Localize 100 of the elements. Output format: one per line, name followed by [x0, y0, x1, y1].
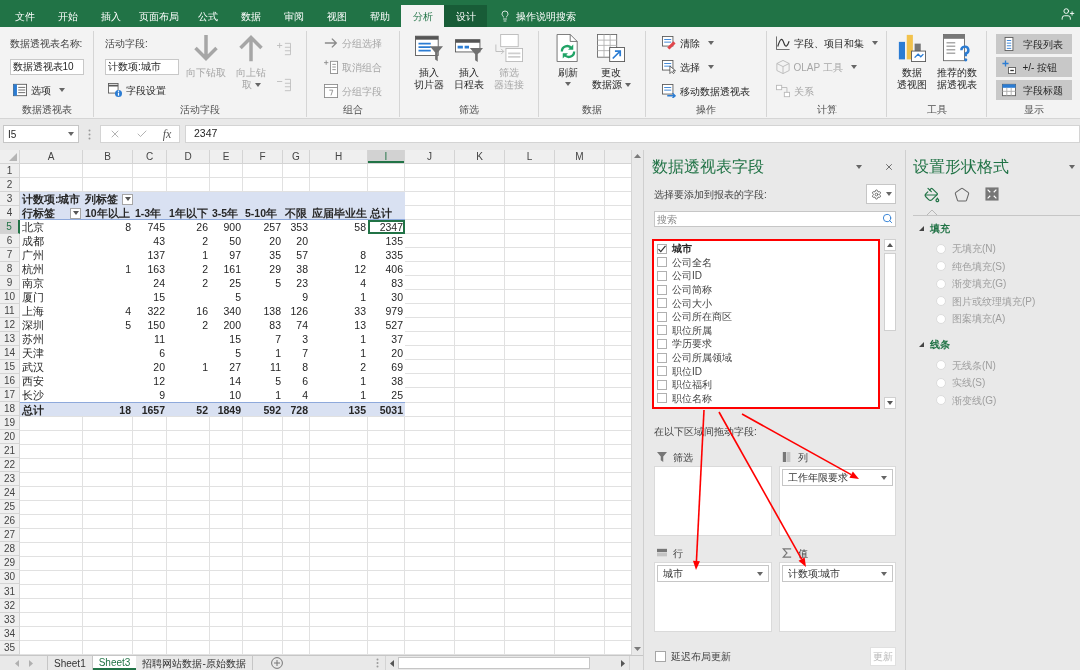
row-header[interactable]: 26	[0, 514, 20, 529]
row-header[interactable]: 9	[0, 276, 20, 291]
ribbon-tab[interactable]: 插入	[89, 5, 132, 27]
filter-dropdown-button[interactable]	[70, 207, 81, 219]
row-header[interactable]: 6	[0, 234, 20, 249]
area-field-button[interactable]: 城市	[657, 565, 769, 582]
row-header[interactable]: 4	[0, 206, 20, 221]
tell-me-search[interactable]: 操作说明搜索	[499, 5, 576, 27]
list-scrollbar[interactable]	[884, 239, 896, 409]
add-sheet-button[interactable]	[270, 656, 283, 670]
options-button[interactable]: 选项	[9, 80, 68, 101]
ribbon-tab[interactable]: 开始	[46, 5, 89, 27]
row-header[interactable]: 1	[0, 164, 20, 178]
refresh-button[interactable]: 刷新	[550, 31, 585, 103]
field-name[interactable]: 公司大小	[672, 295, 712, 311]
enter-icon[interactable]	[135, 128, 148, 140]
column-header[interactable]: F	[243, 150, 283, 163]
ribbon-tab[interactable]: 帮助	[358, 5, 401, 27]
row-header[interactable]: 29	[0, 556, 20, 571]
row-header[interactable]: 13	[0, 332, 20, 347]
area-drop-zone[interactable]: 计数项:城市	[778, 562, 896, 632]
field-name[interactable]: 公司所在商区	[672, 309, 732, 325]
change-data-source-button[interactable]: 更改 数据源	[588, 31, 634, 103]
field-name[interactable]: 公司所属领域	[672, 350, 732, 366]
right-triangle-icon[interactable]	[28, 659, 33, 667]
area-drop-zone[interactable]: 城市	[654, 562, 772, 632]
checkbox[interactable]	[657, 298, 667, 309]
column-header[interactable]: D	[167, 150, 210, 163]
row-header[interactable]: 11	[0, 304, 20, 319]
row-header[interactable]: 20	[0, 430, 20, 445]
column-header[interactable]: K	[455, 150, 505, 163]
search-field[interactable]: 搜索	[654, 211, 896, 227]
column-header[interactable]: L	[505, 150, 555, 163]
checkbox[interactable]	[655, 650, 666, 662]
row-header[interactable]: 30	[0, 570, 20, 585]
name-box[interactable]: I5	[3, 125, 79, 143]
checkbox[interactable]	[657, 338, 667, 349]
ribbon-tab[interactable]: 公式	[186, 5, 229, 27]
ribbon-tab[interactable]: 审阅	[272, 5, 315, 27]
field-name[interactable]: 职位名称	[672, 390, 712, 406]
row-header[interactable]: 22	[0, 458, 20, 473]
row-header[interactable]: 16	[0, 374, 20, 389]
horizontal-scrollbar[interactable]	[385, 656, 630, 670]
row-header[interactable]: 24	[0, 486, 20, 501]
select-button[interactable]: 选择	[659, 57, 717, 77]
field-list-button[interactable]: 字段列表	[995, 34, 1072, 54]
column-header[interactable]: E	[210, 150, 243, 163]
row-header[interactable]: 21	[0, 444, 20, 459]
checkbox[interactable]	[657, 366, 667, 377]
row-header[interactable]: 17	[0, 388, 20, 403]
field-name[interactable]: 学历要求	[672, 336, 712, 352]
field-name[interactable]: 城市	[672, 241, 692, 257]
area-field-button[interactable]: 计数项:城市	[781, 565, 893, 582]
ribbon-tab[interactable]: 设计	[444, 5, 487, 27]
row-header[interactable]: 23	[0, 472, 20, 487]
ribbon-tab[interactable]: 分析	[401, 5, 444, 27]
column-header[interactable]: G	[283, 150, 310, 163]
sheet-tab[interactable]: Sheet3	[92, 656, 137, 670]
checkbox[interactable]	[657, 325, 667, 336]
pivot-table-name-field[interactable]: 数据透视表10	[9, 59, 84, 75]
sheet-tab[interactable]: 招聘网站数据-原始数据	[136, 656, 253, 670]
row-header[interactable]: 28	[0, 542, 20, 557]
area-drop-zone[interactable]	[654, 466, 772, 536]
column-header[interactable]: J	[405, 150, 455, 163]
area-drop-zone[interactable]: 工作年限要求	[778, 466, 896, 536]
section-header[interactable]: 填充	[913, 220, 950, 236]
scrollbar-thumb[interactable]	[884, 253, 896, 331]
row-header[interactable]: 25	[0, 500, 20, 515]
column-header[interactable]: I	[368, 150, 405, 163]
field-name[interactable]: 职位福利	[672, 377, 712, 393]
move-pivot-button[interactable]: 移动数据透视表	[659, 81, 753, 101]
checkbox[interactable]	[657, 352, 667, 363]
insert-function-button[interactable]: fx	[162, 128, 172, 140]
row-header[interactable]: 3	[0, 192, 20, 207]
insert-slicer-button[interactable]: 插入 切片器	[411, 31, 447, 103]
checkbox[interactable]	[657, 257, 667, 268]
field-name[interactable]: 职位所属	[672, 322, 712, 338]
row-header[interactable]: 15	[0, 360, 20, 375]
checkbox[interactable]	[657, 311, 667, 322]
ribbon-tab[interactable]: 文件	[3, 5, 46, 27]
row-header[interactable]: 18	[0, 402, 20, 417]
plus-minus-buttons-toggle[interactable]: +/- 按钮	[995, 57, 1072, 77]
row-header[interactable]: 14	[0, 346, 20, 361]
left-triangle-icon[interactable]	[14, 659, 19, 667]
row-header[interactable]: 7	[0, 248, 20, 263]
row-header[interactable]: 10	[0, 290, 20, 305]
row-header[interactable]: 19	[0, 416, 20, 431]
tools-button[interactable]	[866, 184, 896, 204]
field-headers-button[interactable]: 字段标题	[995, 80, 1072, 100]
active-field-input[interactable]: 计数项:城市	[105, 59, 179, 75]
scroll-down-button[interactable]	[884, 397, 896, 409]
field-name[interactable]: 公司简称	[672, 282, 712, 298]
column-header[interactable]: B	[83, 150, 133, 163]
row-header[interactable]: 5	[0, 220, 20, 235]
area-field-button[interactable]: 工作年限要求	[781, 469, 893, 486]
splitter-icon[interactable]	[376, 658, 379, 668]
scrollbar-thumb[interactable]	[398, 657, 590, 669]
close-button[interactable]	[884, 161, 894, 172]
ribbon-tab[interactable]: 页面布局	[132, 5, 186, 27]
pivot-chart-button[interactable]: 数据 透视图	[893, 31, 930, 103]
